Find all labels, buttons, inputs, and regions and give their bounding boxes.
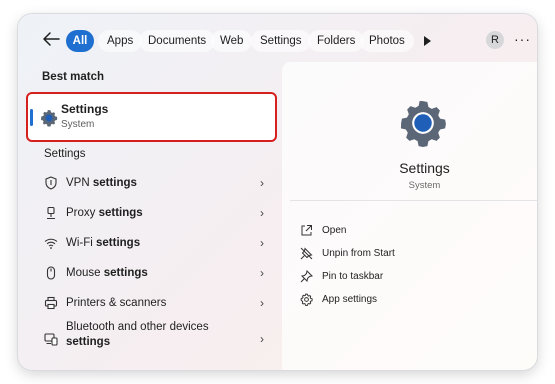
tab-apps[interactable]: Apps bbox=[98, 30, 143, 52]
best-match-heading: Best match bbox=[42, 71, 104, 83]
item-text: Bluetooth and other devices bbox=[66, 321, 209, 333]
item-text: Wi-Fi bbox=[66, 237, 97, 249]
item-bold: settings bbox=[98, 207, 143, 219]
tab-settings[interactable]: Settings bbox=[251, 30, 311, 52]
more-filters-play-icon[interactable] bbox=[424, 36, 431, 46]
proxy-icon bbox=[47, 206, 55, 220]
search-window: All Apps Documents Web Settings Folders … bbox=[18, 14, 537, 370]
back-arrow-icon[interactable] bbox=[42, 31, 60, 47]
chevron-right-icon[interactable]: › bbox=[260, 176, 264, 190]
item-text: Mouse bbox=[66, 267, 104, 279]
open-icon bbox=[301, 225, 312, 236]
action-label: Open bbox=[322, 225, 347, 236]
best-match-subtitle: System bbox=[61, 119, 95, 130]
unpin-icon bbox=[300, 247, 313, 260]
avatar[interactable]: R bbox=[486, 31, 504, 49]
pin-icon bbox=[300, 270, 313, 283]
tab-web[interactable]: Web bbox=[211, 30, 253, 52]
list-item-mouse-settings[interactable]: Mouse settings › bbox=[32, 260, 272, 288]
filter-bar: All Apps Documents Web Settings Folders … bbox=[18, 14, 537, 66]
chevron-right-icon[interactable]: › bbox=[260, 332, 264, 346]
divider bbox=[290, 200, 537, 201]
preview-title: Settings bbox=[399, 160, 450, 176]
preview-subtitle: System bbox=[408, 180, 441, 191]
selection-indicator bbox=[30, 109, 33, 126]
item-bold: settings bbox=[66, 336, 111, 348]
list-item-proxy-settings[interactable]: Proxy settings › bbox=[32, 200, 272, 228]
gear-icon bbox=[300, 293, 313, 306]
item-text: Proxy bbox=[66, 207, 99, 219]
item-bold: settings bbox=[92, 177, 137, 189]
best-match-title: Settings bbox=[61, 102, 109, 116]
item-text: Printers & scanners bbox=[66, 297, 167, 309]
chevron-right-icon[interactable]: › bbox=[260, 236, 264, 250]
mouse-icon bbox=[46, 266, 56, 280]
action-label: Pin to taskbar bbox=[322, 271, 384, 282]
list-item-bluetooth-devices[interactable]: Bluetooth and other devices settings › bbox=[32, 320, 272, 360]
best-match-item[interactable]: Settings System bbox=[26, 92, 277, 142]
more-options-icon[interactable]: ··· bbox=[514, 32, 531, 46]
list-item-wifi-settings[interactable]: Wi-Fi settings › bbox=[32, 230, 272, 258]
list-item-printers-scanners[interactable]: Printers & scanners › bbox=[32, 290, 272, 318]
tab-documents[interactable]: Documents bbox=[139, 30, 216, 52]
wifi-icon bbox=[44, 238, 58, 249]
item-bold: settings bbox=[96, 237, 141, 249]
bluetooth-devices-icon bbox=[44, 333, 58, 346]
tab-photos[interactable]: Photos bbox=[360, 30, 414, 52]
tab-all[interactable]: All bbox=[66, 30, 94, 52]
printer-icon bbox=[44, 296, 58, 310]
settings-section-heading: Settings bbox=[44, 148, 86, 160]
action-label: App settings bbox=[322, 294, 378, 305]
action-label: Unpin from Start bbox=[322, 248, 395, 259]
chevron-right-icon[interactable]: › bbox=[260, 206, 264, 220]
item-bold: settings bbox=[103, 267, 148, 279]
vpn-shield-icon bbox=[45, 176, 57, 190]
list-item-vpn-settings[interactable]: VPN settings › bbox=[32, 170, 272, 198]
chevron-right-icon[interactable]: › bbox=[260, 296, 264, 310]
chevron-right-icon[interactable]: › bbox=[260, 266, 264, 280]
item-text: VPN bbox=[66, 177, 93, 189]
settings-gear-icon-large bbox=[400, 100, 446, 147]
settings-gear-icon bbox=[41, 110, 58, 127]
preview-pane: Settings System Open Unpin from Start Pi… bbox=[282, 62, 537, 370]
tab-folders[interactable]: Folders bbox=[308, 30, 365, 52]
